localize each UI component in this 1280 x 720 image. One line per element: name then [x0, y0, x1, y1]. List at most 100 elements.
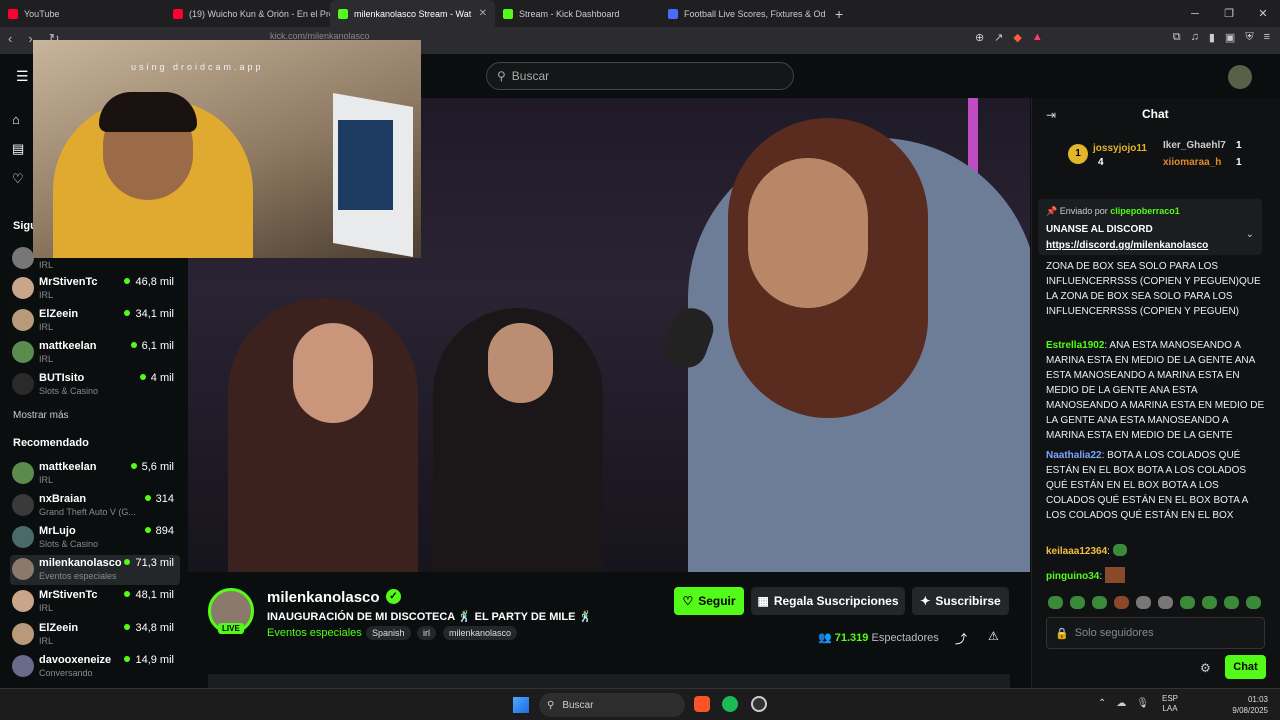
search-icon: ⚲ [547, 699, 555, 711]
home-icon[interactable]: ⌂ [12, 112, 24, 127]
maximize-icon[interactable]: ❐ [1212, 7, 1246, 20]
chat-message: Naathalia22: BOTA A LOS COLADOS QUÉ ESTÁ… [1046, 450, 1248, 521]
chat-input[interactable]: 🔒 Solo seguidores [1046, 617, 1265, 649]
leaderboard-count: 1 [1236, 157, 1242, 168]
heart-icon: ♡ [682, 594, 694, 608]
taskbar: ⚲ Buscar ⌃ ☁ 🎙 ESP LAA 01:03 9/08/2025 [0, 688, 1280, 720]
pinned-title: UNANSE AL DISCORD [1046, 224, 1153, 235]
sidebar-icon[interactable]: ▮ [1209, 31, 1215, 44]
system-tray: ⌃ ☁ 🎙 [1098, 698, 1149, 709]
browser-tab-active[interactable]: milenkanolasco Stream - Wat ✕ [330, 0, 495, 27]
extensions-icon[interactable]: ⧉ [1173, 31, 1181, 44]
chevron-down-icon[interactable]: ⌄ [1246, 229, 1254, 240]
pinned-message[interactable]: 📌 Enviado por clipероberraco1 UNANSE AL … [1038, 199, 1262, 255]
collapse-chat-icon[interactable]: ⇥ [1046, 108, 1056, 122]
recommended-section-title: Recomendado [13, 437, 89, 449]
mic-icon[interactable]: 🎙 [1136, 698, 1149, 709]
report-icon[interactable]: ⚠ [988, 629, 999, 643]
emote-icon[interactable] [1092, 596, 1107, 609]
share-icon[interactable]: ↗ [994, 31, 1003, 44]
emote-icon[interactable] [1136, 596, 1151, 609]
windows-start-icon[interactable] [513, 697, 529, 713]
sidebar-channel[interactable]: ElZeein IRL 34,1 mil [10, 306, 180, 336]
stream-category[interactable]: Eventos especiales [267, 627, 362, 639]
spotify-icon[interactable] [722, 696, 738, 712]
emote-icon[interactable] [1158, 596, 1173, 609]
send-chat-button[interactable]: Chat [1225, 655, 1266, 679]
back-icon[interactable]: ‹ [8, 31, 12, 47]
chevron-up-icon[interactable]: ⌃ [1098, 698, 1106, 709]
emote-icon[interactable] [1048, 596, 1063, 609]
sidebar-channel[interactable]: BUTIsito Slots & Casino 4 mil [10, 370, 180, 400]
emote-icon[interactable] [1246, 596, 1261, 609]
search-input[interactable]: ⚲ Buscar [486, 62, 794, 90]
cloud-icon[interactable]: ☁ [1116, 698, 1126, 709]
sidebar-channel[interactable]: mattkeelan IRL 5,6 mil [10, 459, 180, 489]
avatar [12, 526, 34, 548]
language-indicator[interactable]: ESP LAA [1162, 694, 1178, 714]
browse-icon[interactable]: ▤ [12, 141, 24, 157]
gift-subs-button[interactable]: ▦ Regala Suscripciones [751, 587, 905, 615]
gear-icon[interactable]: ⚙ [1200, 661, 1211, 675]
sidebar-channel[interactable]: MrLujo Slots & Casino 894 [10, 523, 180, 553]
leaderboard-user[interactable]: jossyjojo11 [1093, 143, 1147, 154]
stream-title: INAUGURACIÓN DE MI DISCOTECA 🕺 EL PARTY … [267, 611, 593, 623]
avatar [12, 462, 34, 484]
emote-icon[interactable] [1114, 596, 1129, 609]
minimize-icon[interactable]: ─ [1178, 8, 1212, 20]
tag[interactable]: milenkanolasco [443, 626, 518, 640]
sidebar-channel[interactable]: nxBraian Grand Theft Auto V (G... 314 [10, 491, 180, 521]
kick-icon [503, 8, 513, 19]
follow-button[interactable]: ♡ Seguir [674, 587, 744, 615]
menu-icon[interactable]: ≡ [1264, 31, 1270, 44]
media-icon[interactable]: ♫ [1191, 31, 1199, 44]
football-icon [668, 8, 678, 19]
sidebar-channel[interactable]: MrStivenTc IRL 48,1 mil [10, 587, 180, 617]
webcam-overlay: using droidcam.app [33, 40, 421, 258]
wallet-icon[interactable]: ▣ [1225, 31, 1235, 44]
following-icon[interactable]: ♡ [12, 171, 24, 187]
subscribe-button[interactable]: ✦ Suscribirse [912, 587, 1009, 615]
browser-tab[interactable]: Stream - Kick Dashboard [495, 0, 660, 27]
rewards-icon[interactable]: ▲ [1032, 31, 1043, 44]
tag[interactable]: Spanish [366, 626, 411, 640]
close-tab-icon[interactable]: ✕ [479, 8, 487, 19]
avatar [12, 373, 34, 395]
sidebar-channel[interactable]: mattkeelan IRL 6,1 mil [10, 338, 180, 368]
channel-name[interactable]: milenkanolasco [267, 589, 380, 606]
pinned-link[interactable]: https://discord.gg/milenkanolasco [1046, 240, 1208, 251]
sidebar-channel[interactable]: MrStivenTc IRL 46,8 mil [10, 274, 180, 304]
emote-icon[interactable] [1224, 596, 1239, 609]
clock[interactable]: 01:03 9/08/2025 [1228, 694, 1268, 716]
emote-icon[interactable] [1180, 596, 1195, 609]
sidebar-channel-selected[interactable]: milenkanolasco Eventos especiales 71,3 m… [10, 555, 180, 585]
close-window-icon[interactable]: ✕ [1246, 7, 1280, 20]
youtube-icon [8, 8, 18, 19]
tag[interactable]: irl [417, 626, 436, 640]
sidebar-channel[interactable]: ElZeein IRL 34,8 mil [10, 620, 180, 650]
vpn-icon[interactable]: ⛨ [1245, 31, 1253, 44]
leaderboard-user[interactable]: xiiomaraa_h [1163, 157, 1221, 168]
browser-tab[interactable]: Football Live Scores, Fixtures & Odds✕ [660, 0, 825, 27]
window-controls: ─ ❐ ✕ [1178, 0, 1280, 27]
leaderboard-user[interactable]: Iker_Ghaehl7 [1163, 140, 1226, 151]
brave-icon[interactable] [694, 696, 710, 712]
sidebar-icons: ⌂ ▤ ♡ [12, 112, 24, 187]
show-more-link[interactable]: Mostrar más [13, 410, 69, 421]
taskbar-search[interactable]: ⚲ Buscar [539, 693, 685, 717]
app-icon[interactable] [751, 696, 767, 712]
new-tab-button[interactable]: + [825, 6, 853, 22]
stream-info: LIVE milenkanolasco ✓ INAUGURACIÓN DE MI… [188, 572, 1030, 688]
sidebar-channel[interactable]: davooxeneize Conversando 14,9 mil [10, 652, 180, 682]
chat-message: ZONA DE BOX SEA SOLO PARA LOS INFLUENCER… [1046, 261, 1261, 317]
emote-icon[interactable] [1202, 596, 1217, 609]
hamburger-menu-icon[interactable]: ☰ [16, 68, 29, 85]
browser-tab[interactable]: YouTube [0, 0, 165, 27]
browser-tab[interactable]: (19) Wuicho Kun & Orión - En el Prób [165, 0, 330, 27]
youtube-icon [173, 8, 183, 19]
share-icon[interactable]: ⤴ [955, 630, 967, 647]
emote-icon[interactable] [1070, 596, 1085, 609]
zoom-icon[interactable]: ⊕ [975, 31, 984, 44]
brave-shield-icon[interactable]: ◆ [1013, 31, 1021, 44]
user-avatar[interactable] [1228, 65, 1252, 89]
